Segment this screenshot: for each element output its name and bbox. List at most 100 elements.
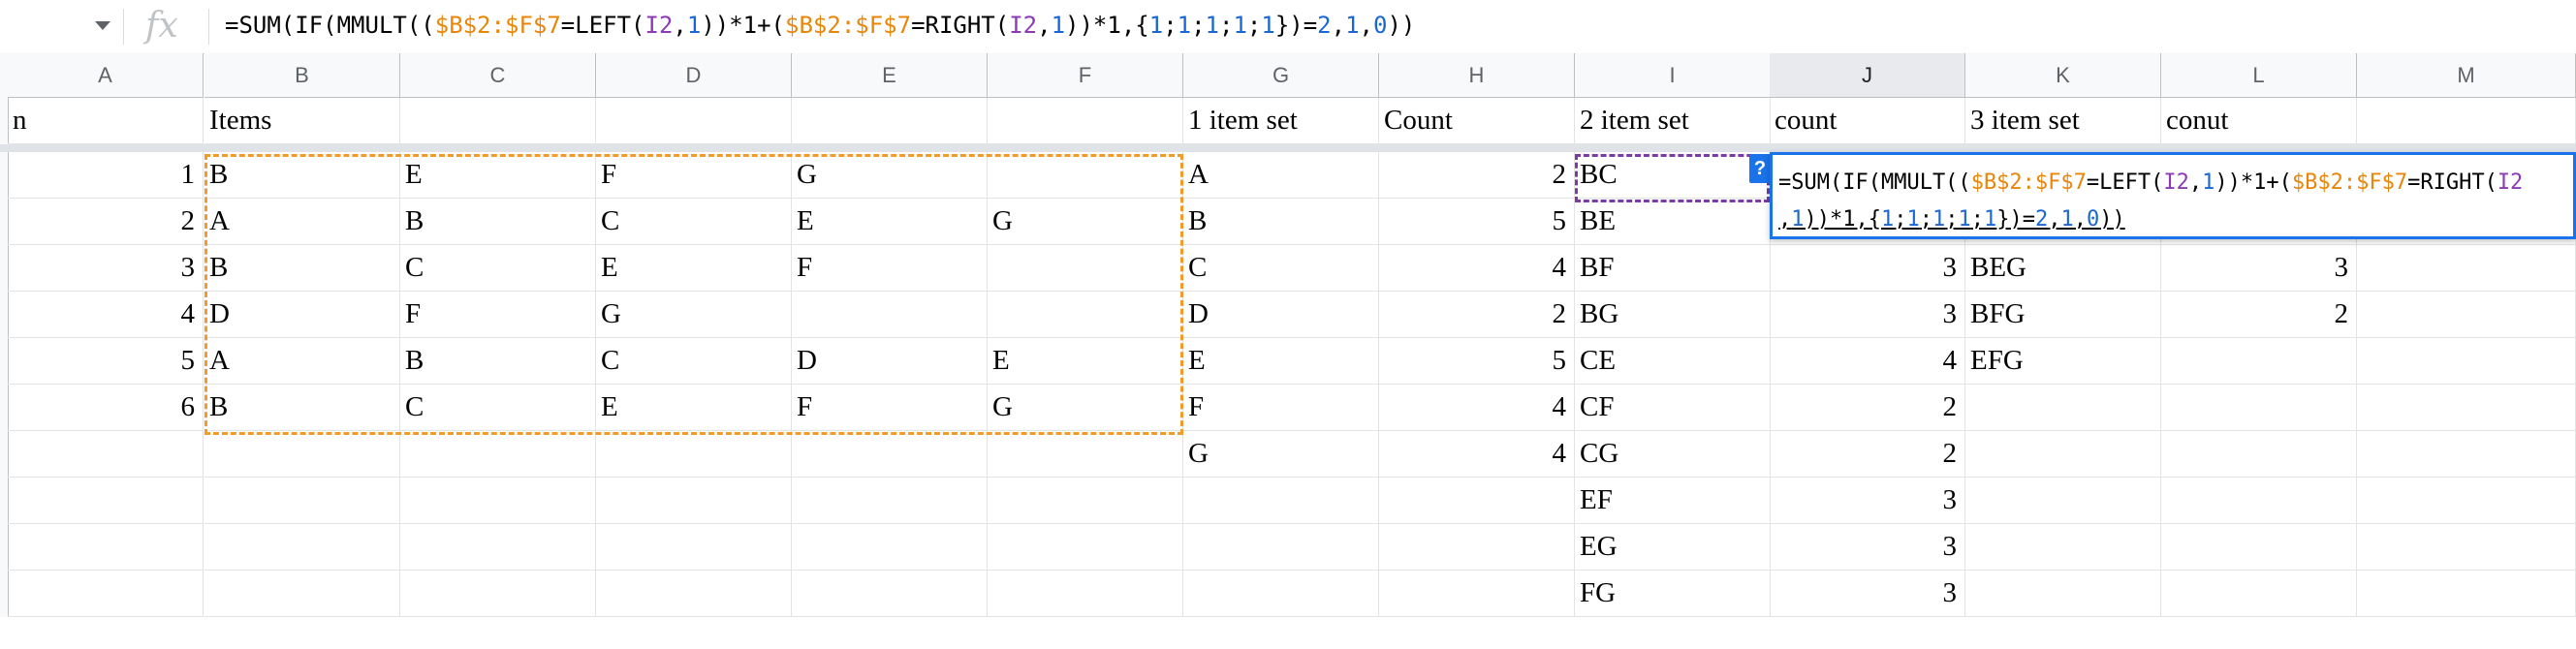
header-cell[interactable]: Count: [1379, 98, 1575, 144]
data-cell[interactable]: [204, 478, 400, 524]
data-cell[interactable]: [8, 524, 204, 571]
name-box[interactable]: [0, 0, 121, 53]
column-header-a[interactable]: A: [8, 53, 204, 98]
data-cell[interactable]: G: [1183, 431, 1379, 478]
data-cell[interactable]: CG: [1575, 431, 1771, 478]
data-cell[interactable]: [2161, 524, 2357, 571]
data-cell[interactable]: [792, 571, 988, 617]
column-header-c[interactable]: C: [400, 53, 596, 98]
data-cell[interactable]: [8, 478, 204, 524]
header-cell[interactable]: conut: [2161, 98, 2357, 144]
data-cell[interactable]: [988, 292, 1183, 338]
data-cell[interactable]: BFG: [1965, 292, 2161, 338]
data-cell[interactable]: [400, 431, 596, 478]
data-cell[interactable]: [2357, 571, 2576, 617]
data-cell[interactable]: E: [400, 152, 596, 199]
data-cell[interactable]: 3: [1770, 292, 1965, 338]
data-cell[interactable]: [792, 292, 988, 338]
data-cell[interactable]: [204, 571, 400, 617]
data-cell[interactable]: E: [596, 245, 792, 292]
data-cell[interactable]: 3: [1770, 245, 1965, 292]
data-cell[interactable]: [2161, 431, 2357, 478]
data-cell[interactable]: [8, 571, 204, 617]
column-header-e[interactable]: E: [792, 53, 988, 98]
data-cell[interactable]: E: [988, 338, 1183, 385]
data-cell[interactable]: 3: [2161, 245, 2357, 292]
data-cell[interactable]: 3: [1770, 571, 1965, 617]
data-cell[interactable]: BE: [1575, 199, 1771, 245]
data-cell[interactable]: B: [400, 199, 596, 245]
data-cell[interactable]: F: [1183, 385, 1379, 431]
data-cell[interactable]: 2: [1770, 431, 1965, 478]
data-cell[interactable]: 4: [1379, 385, 1575, 431]
data-cell[interactable]: F: [792, 385, 988, 431]
data-cell[interactable]: [988, 431, 1183, 478]
data-cell[interactable]: 5: [1379, 338, 1575, 385]
data-cell[interactable]: B: [1183, 199, 1379, 245]
data-cell[interactable]: BEG: [1965, 245, 2161, 292]
data-cell[interactable]: [400, 524, 596, 571]
data-cell[interactable]: B: [400, 338, 596, 385]
data-cell[interactable]: E: [1183, 338, 1379, 385]
data-cell[interactable]: EFG: [1965, 338, 2161, 385]
data-cell[interactable]: 2: [2161, 292, 2357, 338]
column-header-i[interactable]: I: [1575, 53, 1771, 98]
data-cell[interactable]: 4: [1770, 338, 1965, 385]
data-cell[interactable]: G: [792, 152, 988, 199]
data-cell[interactable]: [2161, 338, 2357, 385]
data-cell[interactable]: [1379, 478, 1575, 524]
column-header-l[interactable]: L: [2161, 53, 2357, 98]
data-cell[interactable]: [2357, 338, 2576, 385]
data-cell[interactable]: A: [204, 199, 400, 245]
data-cell[interactable]: BC: [1575, 152, 1771, 199]
column-header-m[interactable]: M: [2357, 53, 2576, 98]
data-cell[interactable]: C: [1183, 245, 1379, 292]
column-header-f[interactable]: F: [988, 53, 1183, 98]
data-cell[interactable]: [596, 478, 792, 524]
data-cell[interactable]: 4: [8, 292, 204, 338]
data-cell[interactable]: [2161, 478, 2357, 524]
data-cell[interactable]: C: [400, 245, 596, 292]
data-cell[interactable]: [792, 524, 988, 571]
data-cell[interactable]: CF: [1575, 385, 1771, 431]
data-cell[interactable]: [988, 245, 1183, 292]
data-cell[interactable]: [2161, 385, 2357, 431]
data-cell[interactable]: [2357, 524, 2576, 571]
data-cell[interactable]: D: [1183, 292, 1379, 338]
data-cell[interactable]: [2357, 385, 2576, 431]
data-cell[interactable]: [400, 478, 596, 524]
data-cell[interactable]: 5: [1379, 199, 1575, 245]
data-cell[interactable]: 6: [8, 385, 204, 431]
data-cell[interactable]: [988, 524, 1183, 571]
header-cell[interactable]: [400, 98, 596, 144]
data-cell[interactable]: EF: [1575, 478, 1771, 524]
data-cell[interactable]: F: [400, 292, 596, 338]
data-cell[interactable]: 4: [1379, 431, 1575, 478]
data-cell[interactable]: 5: [8, 338, 204, 385]
data-cell[interactable]: [1379, 571, 1575, 617]
data-cell[interactable]: [1183, 478, 1379, 524]
data-cell[interactable]: [1183, 524, 1379, 571]
data-cell[interactable]: [1965, 571, 2161, 617]
data-cell[interactable]: A: [1183, 152, 1379, 199]
data-cell[interactable]: [988, 478, 1183, 524]
data-cell[interactable]: [2357, 245, 2576, 292]
data-cell[interactable]: B: [204, 152, 400, 199]
data-cell[interactable]: G: [988, 199, 1183, 245]
data-cell[interactable]: [1965, 431, 2161, 478]
data-cell[interactable]: [1965, 524, 2161, 571]
data-cell[interactable]: [1965, 385, 2161, 431]
data-cell[interactable]: A: [204, 338, 400, 385]
data-cell[interactable]: [596, 571, 792, 617]
data-cell[interactable]: [400, 571, 596, 617]
data-cell[interactable]: [2357, 292, 2576, 338]
data-cell[interactable]: BG: [1575, 292, 1771, 338]
column-header-j[interactable]: J: [1770, 53, 1965, 98]
data-cell[interactable]: [596, 431, 792, 478]
data-cell[interactable]: 3: [8, 245, 204, 292]
data-cell[interactable]: EG: [1575, 524, 1771, 571]
data-cell[interactable]: [204, 524, 400, 571]
data-cell[interactable]: 2: [8, 199, 204, 245]
header-cell[interactable]: [596, 98, 792, 144]
data-cell[interactable]: C: [400, 385, 596, 431]
